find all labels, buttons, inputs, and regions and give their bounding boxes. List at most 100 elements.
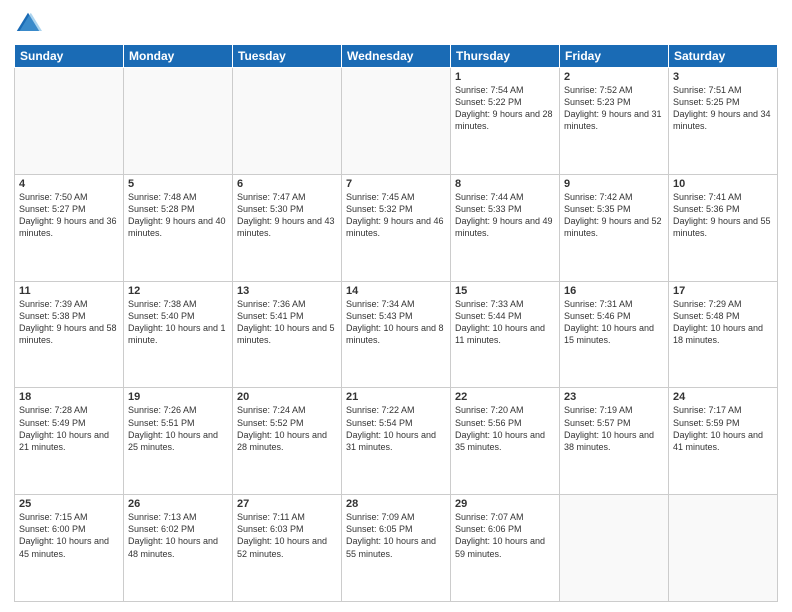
day-info: Sunrise: 7:11 AM Sunset: 6:03 PM Dayligh… bbox=[237, 511, 337, 560]
header bbox=[14, 10, 778, 38]
day-cell bbox=[15, 68, 124, 175]
day-number: 5 bbox=[128, 178, 228, 190]
day-info: Sunrise: 7:09 AM Sunset: 6:05 PM Dayligh… bbox=[346, 511, 446, 560]
day-cell: 20Sunrise: 7:24 AM Sunset: 5:52 PM Dayli… bbox=[233, 388, 342, 495]
day-info: Sunrise: 7:34 AM Sunset: 5:43 PM Dayligh… bbox=[346, 298, 446, 347]
day-number: 20 bbox=[237, 391, 337, 403]
day-info: Sunrise: 7:22 AM Sunset: 5:54 PM Dayligh… bbox=[346, 404, 446, 453]
week-row-0: 1Sunrise: 7:54 AM Sunset: 5:22 PM Daylig… bbox=[15, 68, 778, 175]
week-row-3: 18Sunrise: 7:28 AM Sunset: 5:49 PM Dayli… bbox=[15, 388, 778, 495]
day-info: Sunrise: 7:45 AM Sunset: 5:32 PM Dayligh… bbox=[346, 191, 446, 240]
day-number: 11 bbox=[19, 285, 119, 297]
day-info: Sunrise: 7:13 AM Sunset: 6:02 PM Dayligh… bbox=[128, 511, 228, 560]
day-info: Sunrise: 7:29 AM Sunset: 5:48 PM Dayligh… bbox=[673, 298, 773, 347]
weekday-header-sunday: Sunday bbox=[15, 45, 124, 68]
day-cell: 19Sunrise: 7:26 AM Sunset: 5:51 PM Dayli… bbox=[124, 388, 233, 495]
day-number: 10 bbox=[673, 178, 773, 190]
day-cell bbox=[124, 68, 233, 175]
day-cell bbox=[669, 495, 778, 602]
day-number: 27 bbox=[237, 498, 337, 510]
day-number: 6 bbox=[237, 178, 337, 190]
weekday-row: SundayMondayTuesdayWednesdayThursdayFrid… bbox=[15, 45, 778, 68]
day-cell: 12Sunrise: 7:38 AM Sunset: 5:40 PM Dayli… bbox=[124, 281, 233, 388]
logo bbox=[14, 10, 46, 38]
weekday-header-saturday: Saturday bbox=[669, 45, 778, 68]
day-info: Sunrise: 7:42 AM Sunset: 5:35 PM Dayligh… bbox=[564, 191, 664, 240]
calendar-body: 1Sunrise: 7:54 AM Sunset: 5:22 PM Daylig… bbox=[15, 68, 778, 602]
day-info: Sunrise: 7:51 AM Sunset: 5:25 PM Dayligh… bbox=[673, 84, 773, 133]
day-number: 17 bbox=[673, 285, 773, 297]
weekday-header-thursday: Thursday bbox=[451, 45, 560, 68]
day-info: Sunrise: 7:19 AM Sunset: 5:57 PM Dayligh… bbox=[564, 404, 664, 453]
day-number: 25 bbox=[19, 498, 119, 510]
day-cell: 14Sunrise: 7:34 AM Sunset: 5:43 PM Dayli… bbox=[342, 281, 451, 388]
day-info: Sunrise: 7:07 AM Sunset: 6:06 PM Dayligh… bbox=[455, 511, 555, 560]
day-number: 12 bbox=[128, 285, 228, 297]
day-number: 4 bbox=[19, 178, 119, 190]
day-cell: 27Sunrise: 7:11 AM Sunset: 6:03 PM Dayli… bbox=[233, 495, 342, 602]
calendar-page: SundayMondayTuesdayWednesdayThursdayFrid… bbox=[0, 0, 792, 612]
day-info: Sunrise: 7:31 AM Sunset: 5:46 PM Dayligh… bbox=[564, 298, 664, 347]
day-info: Sunrise: 7:15 AM Sunset: 6:00 PM Dayligh… bbox=[19, 511, 119, 560]
day-info: Sunrise: 7:28 AM Sunset: 5:49 PM Dayligh… bbox=[19, 404, 119, 453]
day-info: Sunrise: 7:50 AM Sunset: 5:27 PM Dayligh… bbox=[19, 191, 119, 240]
day-cell: 21Sunrise: 7:22 AM Sunset: 5:54 PM Dayli… bbox=[342, 388, 451, 495]
week-row-1: 4Sunrise: 7:50 AM Sunset: 5:27 PM Daylig… bbox=[15, 174, 778, 281]
day-cell: 18Sunrise: 7:28 AM Sunset: 5:49 PM Dayli… bbox=[15, 388, 124, 495]
day-cell: 15Sunrise: 7:33 AM Sunset: 5:44 PM Dayli… bbox=[451, 281, 560, 388]
day-info: Sunrise: 7:52 AM Sunset: 5:23 PM Dayligh… bbox=[564, 84, 664, 133]
day-cell: 17Sunrise: 7:29 AM Sunset: 5:48 PM Dayli… bbox=[669, 281, 778, 388]
day-number: 22 bbox=[455, 391, 555, 403]
day-cell: 10Sunrise: 7:41 AM Sunset: 5:36 PM Dayli… bbox=[669, 174, 778, 281]
day-cell: 16Sunrise: 7:31 AM Sunset: 5:46 PM Dayli… bbox=[560, 281, 669, 388]
day-info: Sunrise: 7:44 AM Sunset: 5:33 PM Dayligh… bbox=[455, 191, 555, 240]
day-number: 13 bbox=[237, 285, 337, 297]
day-cell: 4Sunrise: 7:50 AM Sunset: 5:27 PM Daylig… bbox=[15, 174, 124, 281]
day-cell: 9Sunrise: 7:42 AM Sunset: 5:35 PM Daylig… bbox=[560, 174, 669, 281]
day-info: Sunrise: 7:20 AM Sunset: 5:56 PM Dayligh… bbox=[455, 404, 555, 453]
day-number: 3 bbox=[673, 71, 773, 83]
day-cell: 25Sunrise: 7:15 AM Sunset: 6:00 PM Dayli… bbox=[15, 495, 124, 602]
day-cell: 1Sunrise: 7:54 AM Sunset: 5:22 PM Daylig… bbox=[451, 68, 560, 175]
weekday-header-tuesday: Tuesday bbox=[233, 45, 342, 68]
day-info: Sunrise: 7:17 AM Sunset: 5:59 PM Dayligh… bbox=[673, 404, 773, 453]
weekday-header-friday: Friday bbox=[560, 45, 669, 68]
day-cell: 8Sunrise: 7:44 AM Sunset: 5:33 PM Daylig… bbox=[451, 174, 560, 281]
weekday-header-monday: Monday bbox=[124, 45, 233, 68]
day-cell: 5Sunrise: 7:48 AM Sunset: 5:28 PM Daylig… bbox=[124, 174, 233, 281]
day-number: 21 bbox=[346, 391, 446, 403]
day-cell: 23Sunrise: 7:19 AM Sunset: 5:57 PM Dayli… bbox=[560, 388, 669, 495]
day-number: 9 bbox=[564, 178, 664, 190]
day-cell: 6Sunrise: 7:47 AM Sunset: 5:30 PM Daylig… bbox=[233, 174, 342, 281]
day-info: Sunrise: 7:24 AM Sunset: 5:52 PM Dayligh… bbox=[237, 404, 337, 453]
day-cell: 29Sunrise: 7:07 AM Sunset: 6:06 PM Dayli… bbox=[451, 495, 560, 602]
day-info: Sunrise: 7:38 AM Sunset: 5:40 PM Dayligh… bbox=[128, 298, 228, 347]
day-cell: 13Sunrise: 7:36 AM Sunset: 5:41 PM Dayli… bbox=[233, 281, 342, 388]
day-info: Sunrise: 7:36 AM Sunset: 5:41 PM Dayligh… bbox=[237, 298, 337, 347]
weekday-header-wednesday: Wednesday bbox=[342, 45, 451, 68]
logo-icon bbox=[14, 10, 42, 38]
calendar-header: SundayMondayTuesdayWednesdayThursdayFrid… bbox=[15, 45, 778, 68]
day-info: Sunrise: 7:47 AM Sunset: 5:30 PM Dayligh… bbox=[237, 191, 337, 240]
day-cell: 24Sunrise: 7:17 AM Sunset: 5:59 PM Dayli… bbox=[669, 388, 778, 495]
day-cell: 11Sunrise: 7:39 AM Sunset: 5:38 PM Dayli… bbox=[15, 281, 124, 388]
day-cell: 7Sunrise: 7:45 AM Sunset: 5:32 PM Daylig… bbox=[342, 174, 451, 281]
day-number: 28 bbox=[346, 498, 446, 510]
week-row-4: 25Sunrise: 7:15 AM Sunset: 6:00 PM Dayli… bbox=[15, 495, 778, 602]
day-number: 8 bbox=[455, 178, 555, 190]
day-cell: 26Sunrise: 7:13 AM Sunset: 6:02 PM Dayli… bbox=[124, 495, 233, 602]
day-info: Sunrise: 7:33 AM Sunset: 5:44 PM Dayligh… bbox=[455, 298, 555, 347]
day-cell bbox=[560, 495, 669, 602]
day-number: 19 bbox=[128, 391, 228, 403]
day-number: 1 bbox=[455, 71, 555, 83]
day-number: 15 bbox=[455, 285, 555, 297]
day-number: 16 bbox=[564, 285, 664, 297]
day-number: 2 bbox=[564, 71, 664, 83]
day-cell: 2Sunrise: 7:52 AM Sunset: 5:23 PM Daylig… bbox=[560, 68, 669, 175]
day-info: Sunrise: 7:41 AM Sunset: 5:36 PM Dayligh… bbox=[673, 191, 773, 240]
day-number: 7 bbox=[346, 178, 446, 190]
week-row-2: 11Sunrise: 7:39 AM Sunset: 5:38 PM Dayli… bbox=[15, 281, 778, 388]
day-number: 29 bbox=[455, 498, 555, 510]
day-info: Sunrise: 7:48 AM Sunset: 5:28 PM Dayligh… bbox=[128, 191, 228, 240]
day-number: 23 bbox=[564, 391, 664, 403]
